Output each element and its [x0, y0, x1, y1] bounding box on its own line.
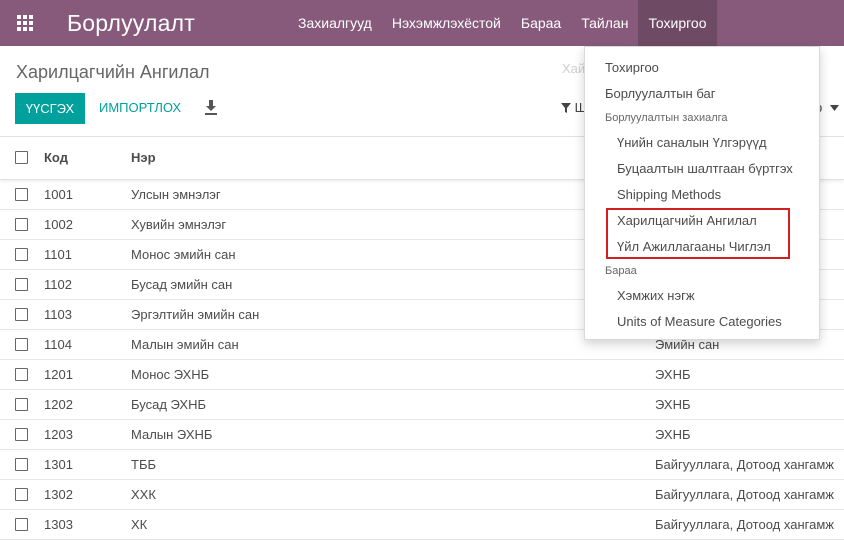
- row-code: 1201: [44, 367, 73, 382]
- create-button[interactable]: ҮҮСГЭХ: [15, 93, 85, 124]
- row-checkbox[interactable]: [15, 428, 28, 441]
- row-checkbox[interactable]: [15, 308, 28, 321]
- row-code: 1104: [44, 337, 72, 352]
- grid-icon: [17, 15, 33, 31]
- row-group: ЭХНБ: [655, 427, 691, 442]
- dropdown-item-uom-categories[interactable]: Units of Measure Categories: [617, 314, 782, 329]
- menu-products[interactable]: Бараа: [511, 0, 571, 46]
- dropdown-item-settings[interactable]: Тохиргоо: [605, 60, 659, 75]
- row-name: Эргэлтийн эмийн сан: [131, 307, 260, 322]
- row-checkbox[interactable]: [15, 218, 28, 231]
- menu-reporting[interactable]: Тайлан: [571, 0, 638, 46]
- dropdown-item-units-of-measure[interactable]: Хэмжих нэгж: [617, 288, 695, 303]
- row-code: 1301: [44, 457, 73, 472]
- select-all-checkbox[interactable]: [15, 151, 28, 164]
- row-code: 1202: [44, 397, 73, 412]
- red-highlight-box: [606, 208, 790, 259]
- table-row[interactable]: 1203 Малын ЭХНБ ЭХНБ: [0, 420, 844, 450]
- row-checkbox[interactable]: [15, 278, 28, 291]
- row-checkbox[interactable]: [15, 368, 28, 381]
- row-group: Байгууллага, Дотоод хангамж: [655, 457, 834, 472]
- menu-configuration[interactable]: Тохиргоо: [638, 0, 717, 46]
- download-icon[interactable]: [204, 100, 218, 116]
- row-name: Бусад эмийн сан: [131, 277, 233, 292]
- table-row[interactable]: 1201 Монос ЭХНБ ЭХНБ: [0, 360, 844, 390]
- table-row[interactable]: 1202 Бусад ЭХНБ ЭХНБ: [0, 390, 844, 420]
- dropdown-item-shipping-methods[interactable]: Shipping Methods: [617, 187, 721, 202]
- row-checkbox[interactable]: [15, 398, 28, 411]
- row-name: Монос ЭХНБ: [131, 367, 210, 382]
- dropdown-header-products: Бараа: [605, 265, 637, 277]
- row-code: 1002: [44, 217, 73, 232]
- configuration-dropdown: Тохиргоо Борлуулалтын баг Борлуулалтын з…: [584, 46, 820, 340]
- table-row[interactable]: 1301 ТББ Байгууллага, Дотоод хангамж: [0, 450, 844, 480]
- row-name: Монос эмийн сан: [131, 247, 236, 262]
- row-code: 1001: [44, 187, 73, 202]
- row-name: Бусад ЭХНБ: [131, 397, 207, 412]
- row-checkbox[interactable]: [15, 338, 28, 351]
- app-brand[interactable]: Борлуулалт: [50, 10, 288, 37]
- menu-to-invoice[interactable]: Нэхэмжлэхёстой: [382, 0, 511, 46]
- table-row[interactable]: 1302 ХХК Байгууллага, Дотоод хангамж: [0, 480, 844, 510]
- filters-button[interactable]: Ш: [561, 100, 587, 115]
- row-checkbox[interactable]: [15, 458, 28, 471]
- column-header-name[interactable]: Нэр: [131, 150, 156, 165]
- apps-menu-button[interactable]: [0, 0, 50, 46]
- top-navbar: Борлуулалт Захиалгууд Нэхэмжлэхёстой Бар…: [0, 0, 844, 46]
- row-group: ЭХНБ: [655, 397, 691, 412]
- row-group: Байгууллага, Дотоод хангамж: [655, 517, 834, 532]
- dropdown-item-quotation-templates[interactable]: Үнийн саналын Үлгэрүүд: [617, 135, 767, 150]
- dropdown-header-sales-orders: Борлуулалтын захиалга: [605, 112, 728, 124]
- page-title: Харилцагчийн Ангилал: [16, 62, 210, 82]
- row-name: ХК: [131, 517, 148, 532]
- row-code: 1303: [44, 517, 73, 532]
- row-name: Малын ЭХНБ: [131, 427, 213, 442]
- row-code: 1203: [44, 427, 73, 442]
- row-checkbox[interactable]: [15, 248, 28, 261]
- row-checkbox[interactable]: [15, 488, 28, 501]
- search-input[interactable]: Хай: [562, 61, 585, 76]
- row-group: ЭХНБ: [655, 367, 691, 382]
- row-name: ХХК: [131, 487, 156, 502]
- column-header-code[interactable]: Код: [44, 150, 68, 165]
- caret-down-icon: [829, 105, 839, 111]
- row-name: Малын эмийн сан: [131, 337, 239, 352]
- row-checkbox[interactable]: [15, 518, 28, 531]
- dropdown-item-return-reasons[interactable]: Буцаалтын шалтгаан бүртгэх: [617, 161, 793, 176]
- row-name: Хувийн эмнэлэг: [131, 217, 227, 232]
- menu-orders[interactable]: Захиалгууд: [288, 0, 382, 46]
- main-menu: Захиалгууд Нэхэмжлэхёстой Бараа Тайлан Т…: [288, 0, 717, 46]
- filter-icon: [561, 103, 571, 113]
- row-name: Улсын эмнэлэг: [131, 187, 221, 202]
- import-button[interactable]: ИМПОРТЛОХ: [99, 100, 181, 115]
- row-code: 1103: [44, 307, 72, 322]
- row-code: 1102: [44, 277, 72, 292]
- row-name: ТББ: [131, 457, 157, 472]
- row-group: Байгууллага, Дотоод хангамж: [655, 487, 834, 502]
- row-checkbox[interactable]: [15, 188, 28, 201]
- row-code: 1302: [44, 487, 73, 502]
- row-code: 1101: [44, 247, 72, 262]
- dropdown-item-sales-teams[interactable]: Борлуулалтын баг: [605, 86, 715, 101]
